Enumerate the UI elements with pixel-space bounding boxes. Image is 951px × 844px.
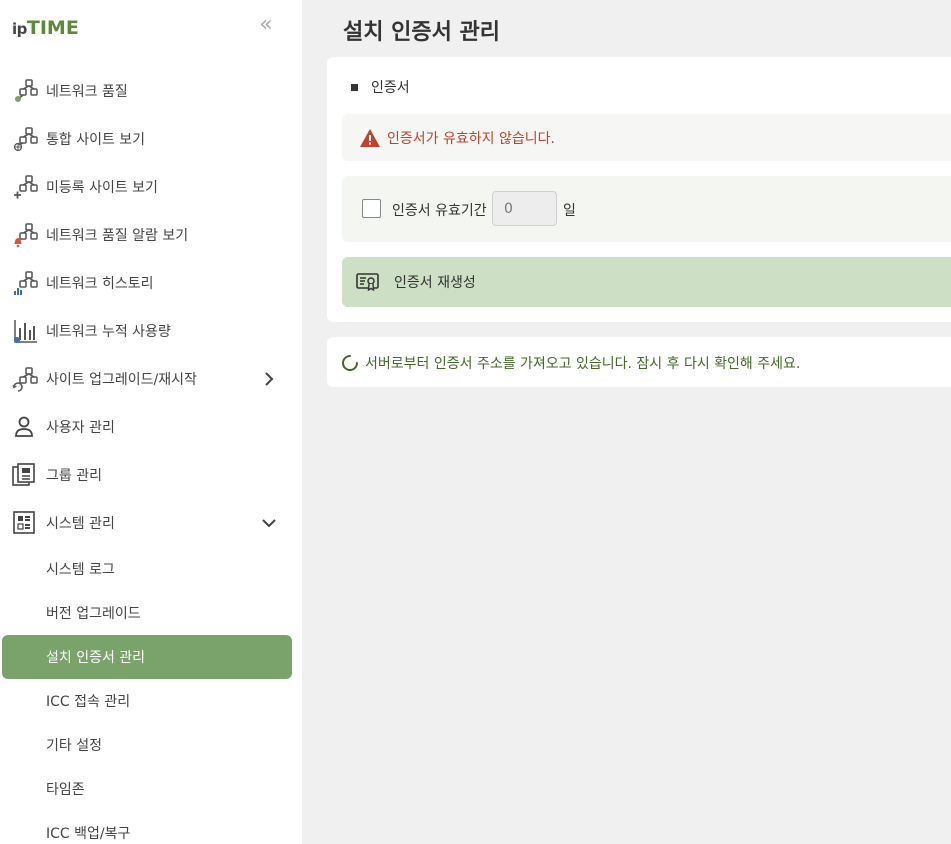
certificate-section-title: 인증서 bbox=[351, 77, 410, 97]
validity-checkbox[interactable] bbox=[362, 199, 381, 218]
sidebar-item-label: 시스템 관리 bbox=[46, 516, 115, 532]
warning-icon bbox=[360, 128, 380, 147]
sidebar-subitem-system-log[interactable]: 시스템 로그 bbox=[2, 547, 292, 591]
sidebar-item-unregistered-site[interactable]: 미등록 사이트 보기 bbox=[0, 163, 302, 211]
validity-label: 인증서 유효기간 bbox=[392, 203, 487, 219]
sidebar-item-label: 통합 사이트 보기 bbox=[46, 132, 146, 148]
sidebar-subitem-icc-access[interactable]: ICC 접속 관리 bbox=[2, 679, 292, 723]
logo-time-text: TIME bbox=[26, 17, 79, 39]
sidebar-subitem-label: 설치 인증서 관리 bbox=[46, 650, 146, 666]
sidebar-item-label: 그룹 관리 bbox=[46, 468, 102, 484]
collapse-sidebar-button[interactable]: « bbox=[254, 14, 278, 38]
certificate-invalid-alert: 인증서가 유효하지 않습니다. bbox=[342, 114, 951, 161]
sidebar-subitem-label: 시스템 로그 bbox=[46, 562, 115, 578]
integrated-site-icon bbox=[13, 127, 38, 152]
sidebar-subitem-label: 타임존 bbox=[46, 782, 85, 798]
sidebar-item-integrated-site[interactable]: 통합 사이트 보기 bbox=[0, 115, 302, 163]
sidebar-item-label: 네트워크 품질 bbox=[46, 84, 128, 100]
unregistered-site-icon bbox=[14, 175, 38, 199]
certificate-icon bbox=[356, 273, 379, 292]
iptime-logo: ip TIME bbox=[12, 14, 79, 39]
sidebar-item-label: 네트워크 누적 사용량 bbox=[46, 324, 171, 340]
sidebar-subitem-label: ICC 백업/복구 bbox=[46, 826, 131, 842]
sidebar-item-usage[interactable]: 네트워크 누적 사용량 bbox=[0, 307, 302, 355]
sidebar-item-user-management[interactable]: 사용자 관리 bbox=[0, 403, 302, 451]
sidebar-item-label: 사용자 관리 bbox=[46, 420, 115, 436]
sidebar-item-system-management[interactable]: 시스템 관리 bbox=[0, 499, 302, 547]
chevron-right-icon bbox=[265, 372, 274, 386]
logo-ip-text: ip bbox=[12, 20, 27, 38]
validity-unit-label: 일 bbox=[563, 203, 576, 219]
sidebar-subitem-icc-backup[interactable]: ICC 백업/복구 bbox=[2, 811, 292, 844]
certificate-card: 인증서 인증서가 유효하지 않습니다. 인증서 유효기간 일 인증서 재생성 bbox=[327, 57, 951, 322]
sidebar-subitem-label: 버전 업그레이드 bbox=[46, 606, 141, 622]
section-title-text: 인증서 bbox=[371, 80, 410, 96]
sidebar-item-network-quality[interactable]: 네트워크 품질 bbox=[0, 67, 302, 115]
loading-text: 서버로부터 인증서 주소를 가져오고 있습니다. 잠시 후 다시 확인해 주세요… bbox=[365, 356, 801, 372]
group-icon bbox=[12, 463, 35, 486]
loading-status: 서버로부터 인증서 주소를 가져오고 있습니다. 잠시 후 다시 확인해 주세요… bbox=[341, 353, 800, 373]
sidebar-item-label: 사이트 업그레이드/재시작 bbox=[46, 372, 197, 388]
sidebar-subitem-version-upgrade[interactable]: 버전 업그레이드 bbox=[2, 591, 292, 635]
bullet-square-icon bbox=[351, 83, 358, 91]
regenerate-label: 인증서 재생성 bbox=[394, 275, 476, 291]
sidebar: ip TIME « 네트워크 품질 통합 사이트 보기 미등록 사이트 보기 네… bbox=[0, 0, 302, 844]
sidebar-item-label: 미등록 사이트 보기 bbox=[46, 180, 158, 196]
sidebar-item-label: 네트워크 히스토리 bbox=[46, 276, 154, 292]
sidebar-subitem-other-settings[interactable]: 기타 설정 bbox=[2, 723, 292, 767]
regenerate-certificate-button[interactable]: 인증서 재생성 bbox=[342, 257, 951, 307]
sidebar-subitem-label: 기타 설정 bbox=[46, 738, 102, 754]
chevron-down-icon bbox=[262, 519, 276, 528]
usage-icon bbox=[14, 320, 37, 343]
status-card: 서버로부터 인증서 주소를 가져오고 있습니다. 잠시 후 다시 확인해 주세요… bbox=[327, 337, 951, 387]
upgrade-icon bbox=[12, 367, 38, 392]
history-icon bbox=[14, 271, 38, 295]
sidebar-subitem-timezone[interactable]: 타임존 bbox=[2, 767, 292, 811]
network-quality-icon bbox=[15, 79, 38, 102]
sidebar-item-alarm[interactable]: 네트워크 품질 알람 보기 bbox=[0, 211, 302, 259]
sidebar-item-upgrade-restart[interactable]: 사이트 업그레이드/재시작 bbox=[0, 355, 302, 403]
page-title: 설치 인증서 관리 bbox=[343, 20, 500, 45]
alarm-icon bbox=[14, 223, 38, 248]
validity-days-input[interactable] bbox=[492, 191, 557, 226]
sidebar-subitem-label: ICC 접속 관리 bbox=[46, 694, 131, 710]
sidebar-item-history[interactable]: 네트워크 히스토리 bbox=[0, 259, 302, 307]
user-icon bbox=[15, 416, 33, 437]
certificate-validity-row: 인증서 유효기간 일 bbox=[342, 176, 951, 242]
sidebar-item-group-management[interactable]: 그룹 관리 bbox=[0, 451, 302, 499]
system-icon bbox=[13, 511, 35, 534]
alert-text: 인증서가 유효하지 않습니다. bbox=[387, 130, 555, 147]
spinner-icon bbox=[342, 355, 358, 371]
sidebar-item-label: 네트워크 품질 알람 보기 bbox=[46, 228, 189, 244]
sidebar-subitem-certificate-management[interactable]: 설치 인증서 관리 bbox=[2, 635, 292, 679]
